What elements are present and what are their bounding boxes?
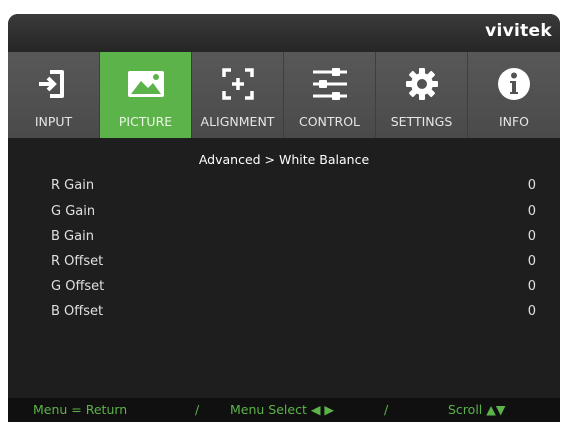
input-icon xyxy=(8,64,99,104)
setting-row-b-gain[interactable]: B Gain 0 xyxy=(42,229,536,249)
breadcrumb: Advanced > White Balance xyxy=(198,152,370,167)
setting-value: 0 xyxy=(527,204,536,219)
setting-value: 0 xyxy=(527,178,536,193)
setting-name: R Offset xyxy=(51,254,104,269)
tab-settings[interactable]: SETTINGS xyxy=(376,52,468,138)
submenu-panel: Advanced > White Balance R Gain 0 G Gain… xyxy=(8,138,560,398)
tab-label: PICTURE xyxy=(118,114,173,129)
setting-name: B Gain xyxy=(51,229,94,244)
setting-row-b-offset[interactable]: B Offset 0 xyxy=(42,304,536,324)
setting-row-g-offset[interactable]: G Offset 0 xyxy=(42,279,536,299)
tab-alignment[interactable]: ALIGNMENT xyxy=(192,52,284,138)
setting-name: B Offset xyxy=(51,304,104,319)
tab-input[interactable]: INPUT xyxy=(8,52,100,138)
control-sliders-icon xyxy=(284,64,375,104)
footer-separator: / xyxy=(195,402,200,417)
vivitek-logo: vivitek xyxy=(485,21,552,41)
setting-row-r-offset[interactable]: R Offset 0 xyxy=(42,254,536,274)
tab-label: CONTROL xyxy=(298,114,361,129)
footer-menu-return: Menu = Return xyxy=(33,402,128,417)
setting-name: R Gain xyxy=(51,178,95,193)
setting-value: 0 xyxy=(527,279,536,294)
setting-row-g-gain[interactable]: G Gain 0 xyxy=(42,204,536,224)
footer-separator: / xyxy=(384,402,389,417)
osd-menu: vivitek INPUT PICTURE ALIGNMENT CONTROL … xyxy=(8,14,560,422)
setting-value: 0 xyxy=(527,254,536,269)
picture-icon xyxy=(100,64,191,104)
setting-name: G Offset xyxy=(51,279,105,294)
setting-row-r-gain[interactable]: R Gain 0 xyxy=(42,178,536,198)
alignment-icon xyxy=(192,64,283,104)
gear-icon xyxy=(376,64,467,104)
top-bar: vivitek xyxy=(8,14,560,52)
tab-label: SETTINGS xyxy=(390,114,453,129)
tab-info[interactable]: INFO xyxy=(468,52,560,138)
setting-value: 0 xyxy=(527,229,536,244)
footer-menu-select: Menu Select ◀ ▶ xyxy=(230,402,335,417)
menu-tabs: INPUT PICTURE ALIGNMENT CONTROL SETTINGS… xyxy=(8,52,560,138)
help-footer: Menu = Return / Menu Select ◀ ▶ / Scroll… xyxy=(8,398,560,422)
tab-label: ALIGNMENT xyxy=(200,114,275,129)
tab-control[interactable]: CONTROL xyxy=(284,52,376,138)
setting-name: G Gain xyxy=(51,204,96,219)
tab-label: INPUT xyxy=(34,114,73,129)
info-icon xyxy=(468,64,560,104)
setting-value: 0 xyxy=(527,304,536,319)
tab-label: INFO xyxy=(498,114,530,129)
footer-scroll: Scroll ▲▼ xyxy=(448,402,506,417)
tab-picture[interactable]: PICTURE xyxy=(100,52,192,138)
